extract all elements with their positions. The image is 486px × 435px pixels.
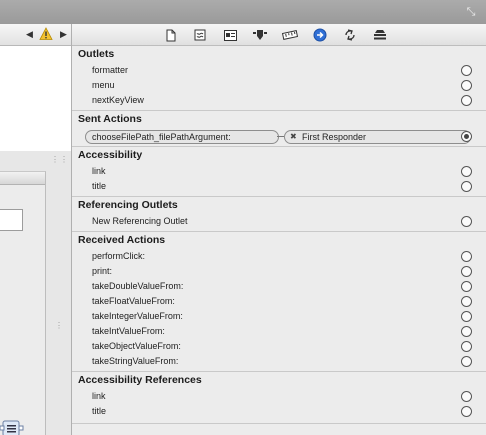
referencing-outlets-section: Referencing Outlets New Referencing Outl… xyxy=(72,197,486,232)
expand-icon[interactable]: ⤡ xyxy=(464,5,478,19)
accessibility-reference-label: title xyxy=(92,406,107,416)
window-title-bar xyxy=(0,172,45,185)
connection-circle-icon[interactable] xyxy=(461,406,472,417)
interface-canvas[interactable]: ◀ ▶ ⋮⋮ ⋮ xyxy=(0,24,71,435)
accessibility-row: link xyxy=(72,164,486,179)
outlet-label: formatter xyxy=(92,65,129,75)
connection-circle-icon[interactable] xyxy=(461,341,472,352)
received-action-row: takeIntegerValueFrom: xyxy=(72,309,486,324)
received-actions-section: Received Actions performClick: print: ta… xyxy=(72,232,486,372)
jump-bar: ◀ ▶ xyxy=(0,24,71,46)
splitter-grip-icon[interactable]: ⋮ xyxy=(55,321,64,330)
effects-inspector-icon[interactable] xyxy=(372,27,388,43)
connection-circle-icon[interactable] xyxy=(461,391,472,402)
attributes-inspector-icon[interactable] xyxy=(252,27,268,43)
section-title: Accessibility xyxy=(78,149,143,161)
received-action-row: takeStringValueFrom: xyxy=(72,354,486,369)
received-action-row: takeDoubleValueFrom: xyxy=(72,279,486,294)
identity-inspector-icon[interactable] xyxy=(222,27,238,43)
connection-circle-icon[interactable] xyxy=(461,216,472,227)
action-source-pill[interactable]: chooseFilePath_filePathArgument: xyxy=(85,130,279,144)
connected-circle-icon[interactable] xyxy=(461,131,472,142)
connection-circle-icon[interactable] xyxy=(461,326,472,337)
accessibility-reference-row: title xyxy=(72,404,486,419)
splitter-grip-icon[interactable]: ⋮⋮ xyxy=(51,155,69,164)
accessibility-label: link xyxy=(92,166,106,176)
connections-inspector: Outlets formatter menu nextKeyView Sent … xyxy=(71,24,486,435)
connection-circle-icon[interactable] xyxy=(461,356,472,367)
nav-forward-button[interactable]: ▶ xyxy=(60,28,67,40)
nav-back-button[interactable]: ◀ xyxy=(26,28,33,40)
window-preview[interactable] xyxy=(0,171,46,435)
file-inspector-icon[interactable] xyxy=(163,27,179,43)
connection-circle-icon[interactable] xyxy=(461,166,472,177)
outlet-row: formatter xyxy=(72,63,486,78)
section-title: Referencing Outlets xyxy=(78,199,178,211)
accessibility-reference-label: link xyxy=(92,391,106,401)
size-inspector-icon[interactable] xyxy=(282,27,298,43)
connection-circle-icon[interactable] xyxy=(461,181,472,192)
sent-action-row: chooseFilePath_filePathArgument: ✖ First… xyxy=(72,128,486,146)
received-action-label: takeIntValueFrom: xyxy=(92,326,165,336)
connection-circle-icon[interactable] xyxy=(461,251,472,262)
action-target-pill[interactable]: ✖ First Responder xyxy=(284,130,471,144)
connection-circle-icon[interactable] xyxy=(461,65,472,76)
connection-circle-icon[interactable] xyxy=(461,80,472,91)
received-action-row: takeObjectValueFrom: xyxy=(72,339,486,354)
outlet-label: menu xyxy=(92,80,115,90)
accessibility-row: title xyxy=(72,179,486,194)
outlet-row: nextKeyView xyxy=(72,93,486,108)
connections-list: Outlets formatter menu nextKeyView Sent … xyxy=(72,46,486,424)
window-top-strip: ⤡ xyxy=(0,0,486,25)
section-title: Accessibility References xyxy=(78,374,202,386)
action-target-label: First Responder xyxy=(302,132,367,142)
canvas-background: ⋮⋮ ⋮ xyxy=(0,151,71,435)
connection-circle-icon[interactable] xyxy=(461,296,472,307)
section-title: Received Actions xyxy=(78,234,166,246)
received-action-row: takeIntValueFrom: xyxy=(72,324,486,339)
received-action-label: takeStringValueFrom: xyxy=(92,356,179,366)
received-action-label: takeObjectValueFrom: xyxy=(92,341,181,351)
outlet-row: menu xyxy=(72,78,486,93)
connection-circle-icon[interactable] xyxy=(461,311,472,322)
bindings-inspector-icon[interactable] xyxy=(342,27,358,43)
section-title: Sent Actions xyxy=(78,113,142,125)
connection-circle-icon[interactable] xyxy=(461,281,472,292)
accessibility-reference-row: link xyxy=(72,389,486,404)
outlets-section: Outlets formatter menu nextKeyView xyxy=(72,46,486,111)
connection-circle-icon[interactable] xyxy=(461,266,472,277)
received-action-label: takeDoubleValueFrom: xyxy=(92,281,184,291)
received-action-label: takeIntegerValueFrom: xyxy=(92,311,183,321)
outlet-label: nextKeyView xyxy=(92,95,144,105)
received-action-row: performClick: xyxy=(72,249,486,264)
referencing-outlet-label: New Referencing Outlet xyxy=(92,216,188,226)
received-action-row: print: xyxy=(72,264,486,279)
sent-actions-section: Sent Actions chooseFilePath_filePathArgu… xyxy=(72,111,486,147)
selected-control-icon[interactable] xyxy=(0,420,24,435)
connection-line xyxy=(277,136,284,137)
received-action-label: performClick: xyxy=(92,251,146,261)
path-text-field[interactable] xyxy=(0,209,23,231)
remove-connection-icon[interactable]: ✖ xyxy=(290,131,297,143)
accessibility-references-section: Accessibility References link title xyxy=(72,372,486,424)
connections-inspector-icon[interactable] xyxy=(312,27,328,43)
inspector-toolbar xyxy=(72,24,486,46)
received-action-row: takeFloatValueFrom: xyxy=(72,294,486,309)
warning-icon[interactable] xyxy=(39,27,53,41)
accessibility-section: Accessibility link title xyxy=(72,147,486,197)
section-title: Outlets xyxy=(78,48,115,60)
referencing-outlet-row: New Referencing Outlet xyxy=(72,214,486,229)
accessibility-label: title xyxy=(92,181,107,191)
connection-circle-icon[interactable] xyxy=(461,95,472,106)
quick-help-icon[interactable] xyxy=(192,27,208,43)
received-action-label: takeFloatValueFrom: xyxy=(92,296,175,306)
received-action-label: print: xyxy=(92,266,113,276)
